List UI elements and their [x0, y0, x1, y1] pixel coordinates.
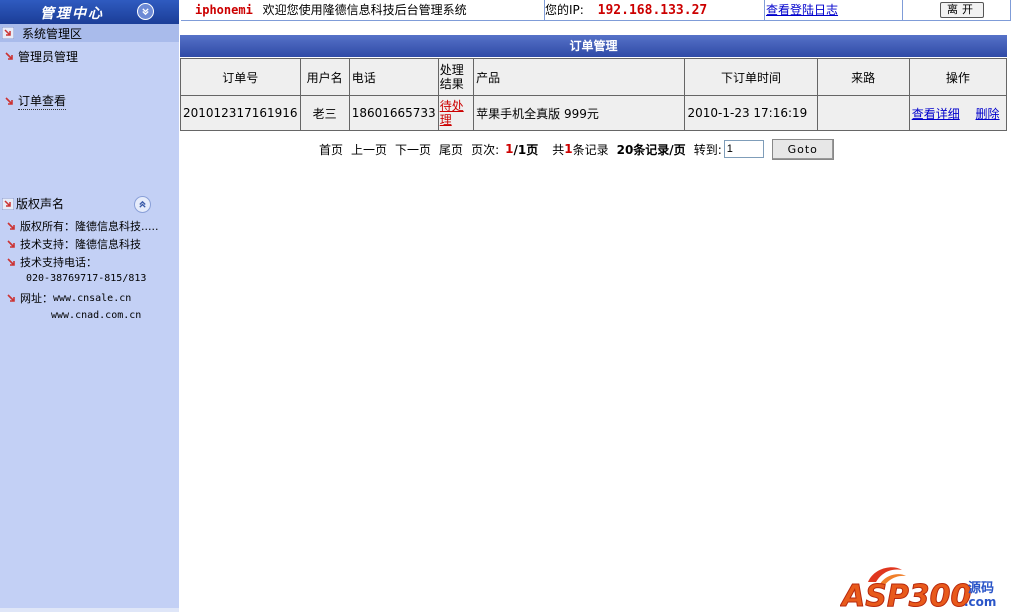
watermark-suffix: 源码 — [968, 580, 994, 596]
collapse-up-icon[interactable] — [134, 196, 151, 213]
tech-support-text: 技术支持：隆德信息科技 — [20, 238, 141, 251]
website-url-2: www.cnad.com.cn — [51, 310, 142, 321]
order-product: 苹果手机全真版 999元 — [473, 95, 686, 131]
page-label: 页次: — [471, 142, 500, 157]
watermark-text: ASP300 — [840, 579, 971, 610]
copyright-owner-text: 版权所有：隆德信息科技..... — [20, 220, 159, 233]
system-menu: 管理员管理 订单查看 — [0, 42, 179, 216]
ip-info: 您的IP: 192.168.133.27 — [545, 0, 707, 20]
goto-page-input[interactable] — [723, 140, 764, 158]
menu-item-orders[interactable]: 订单查看 — [4, 92, 67, 110]
col-actions: 操作 — [908, 58, 1008, 96]
section-copyright-label: 版权声名 — [16, 197, 65, 211]
order-actions: 查看详细 删除 — [908, 95, 1008, 131]
per-page: 20条记录/页 — [616, 142, 686, 157]
current-page: 1 — [505, 142, 514, 156]
col-order-time: 下订单时间 — [684, 58, 818, 96]
panel-title: 订单管理 — [180, 35, 1007, 57]
col-source: 来路 — [816, 58, 910, 96]
website-url-1: www.cnsale.cn — [53, 292, 132, 304]
order-status-link[interactable]: 待处理 — [440, 99, 464, 127]
total-pages: /1页 — [513, 142, 539, 157]
pagination: 首页 上一页 下一页 尾页 页次: 1 /1页 共 1 条记录 20条记录/页 … — [319, 137, 834, 161]
copyright-owner: 版权所有：隆德信息科技..... — [6, 218, 158, 234]
ip-label: 您的IP: — [545, 3, 584, 17]
ip-value: 192.168.133.27 — [597, 3, 708, 18]
arrow-icon — [7, 257, 15, 266]
total-prefix: 共 — [552, 142, 565, 157]
menu-item-admin[interactable]: 管理员管理 — [4, 48, 78, 65]
col-phone: 电话 — [348, 58, 439, 96]
first-page-link[interactable]: 首页 — [319, 141, 343, 158]
top-bar: iphonemi 欢迎您使用隆德信息科技后台管理系统 您的IP: 192.168… — [181, 0, 1011, 21]
arrow-icon — [7, 221, 15, 230]
section-copyright[interactable]: 版权声名 — [0, 194, 179, 214]
copyright-block: 版权所有：隆德信息科技..... 技术支持：隆德信息科技 技术支持电话： 020… — [0, 214, 179, 346]
user-greeting: iphonemi 欢迎您使用隆德信息科技后台管理系统 — [195, 0, 467, 20]
order-phone: 18601665733 — [348, 95, 439, 131]
menu-item-admin-label: 管理员管理 — [18, 50, 79, 64]
section-arrow-icon — [2, 198, 14, 210]
username: iphonemi — [195, 3, 253, 17]
welcome-text: 欢迎您使用隆德信息科技后台管理系统 — [262, 3, 467, 17]
order-time: 2010-1-23 17:16:19 — [684, 95, 818, 131]
asp300-watermark-logo: ASP300 源码 .com — [840, 567, 996, 610]
leave-button[interactable]: 离开 — [940, 2, 984, 18]
col-order-no: 订单号 — [180, 58, 301, 96]
order-no: 201012317161916 — [180, 95, 301, 131]
goto-label: 转到: — [693, 142, 722, 157]
divider — [902, 0, 903, 20]
col-username: 用户名 — [299, 58, 350, 96]
order-source — [816, 95, 910, 131]
total-count: 1 — [564, 142, 573, 156]
arrow-icon — [5, 52, 13, 60]
watermark-domain: .com — [964, 595, 996, 609]
website-label: 网址： — [20, 292, 53, 305]
section-arrow-icon — [2, 27, 14, 39]
website: 网址： www.cnsale.cn — [6, 290, 131, 306]
tech-phone-label: 技术支持电话： — [20, 256, 97, 269]
goto-button[interactable]: Goto — [771, 138, 834, 160]
total-suffix: 条记录 — [572, 142, 609, 157]
arrow-icon — [7, 239, 15, 248]
col-status: 处理结果 — [437, 58, 475, 96]
arrow-icon — [5, 96, 13, 105]
menu-item-orders-label: 订单查看 — [18, 94, 67, 110]
tech-support: 技术支持：隆德信息科技 — [6, 236, 141, 252]
arrow-icon — [7, 293, 15, 302]
sidebar-header: 管理中心 — [0, 0, 179, 24]
sidebar-header-title: 管理中心 — [40, 6, 104, 22]
collapse-toggle-icon[interactable] — [137, 3, 154, 20]
order-username: 老三 — [299, 95, 350, 131]
sidebar: 管理中心 系统管理区 管理员管理 订单查看 版权声名 版权所有：隆德信息科技..… — [0, 0, 179, 612]
sidebar-scrollbar[interactable] — [0, 608, 179, 612]
next-page-link[interactable]: 下一页 — [395, 141, 431, 158]
section-system[interactable]: 系统管理区 — [0, 24, 179, 42]
prev-page-link[interactable]: 上一页 — [351, 141, 387, 158]
tech-phone: 技术支持电话： — [6, 254, 97, 270]
login-log-link[interactable]: 查看登陆日志 — [766, 0, 838, 20]
table-row: 201012317161916 老三 18601665733 待处理 苹果手机全… — [180, 95, 1008, 131]
section-system-label: 系统管理区 — [22, 27, 83, 41]
col-product: 产品 — [473, 58, 686, 96]
divider — [764, 0, 765, 20]
orders-table: 订单号 用户名 电话 处理结果 产品 下订单时间 来路 操作 201012317… — [180, 58, 1008, 131]
last-page-link[interactable]: 尾页 — [439, 141, 463, 158]
view-details-link[interactable]: 查看详细 — [912, 107, 960, 121]
delete-link[interactable]: 删除 — [976, 107, 1000, 121]
phone-number: 020-38769717-815/813 — [26, 273, 147, 284]
table-header-row: 订单号 用户名 电话 处理结果 产品 下订单时间 来路 操作 — [180, 58, 1008, 96]
